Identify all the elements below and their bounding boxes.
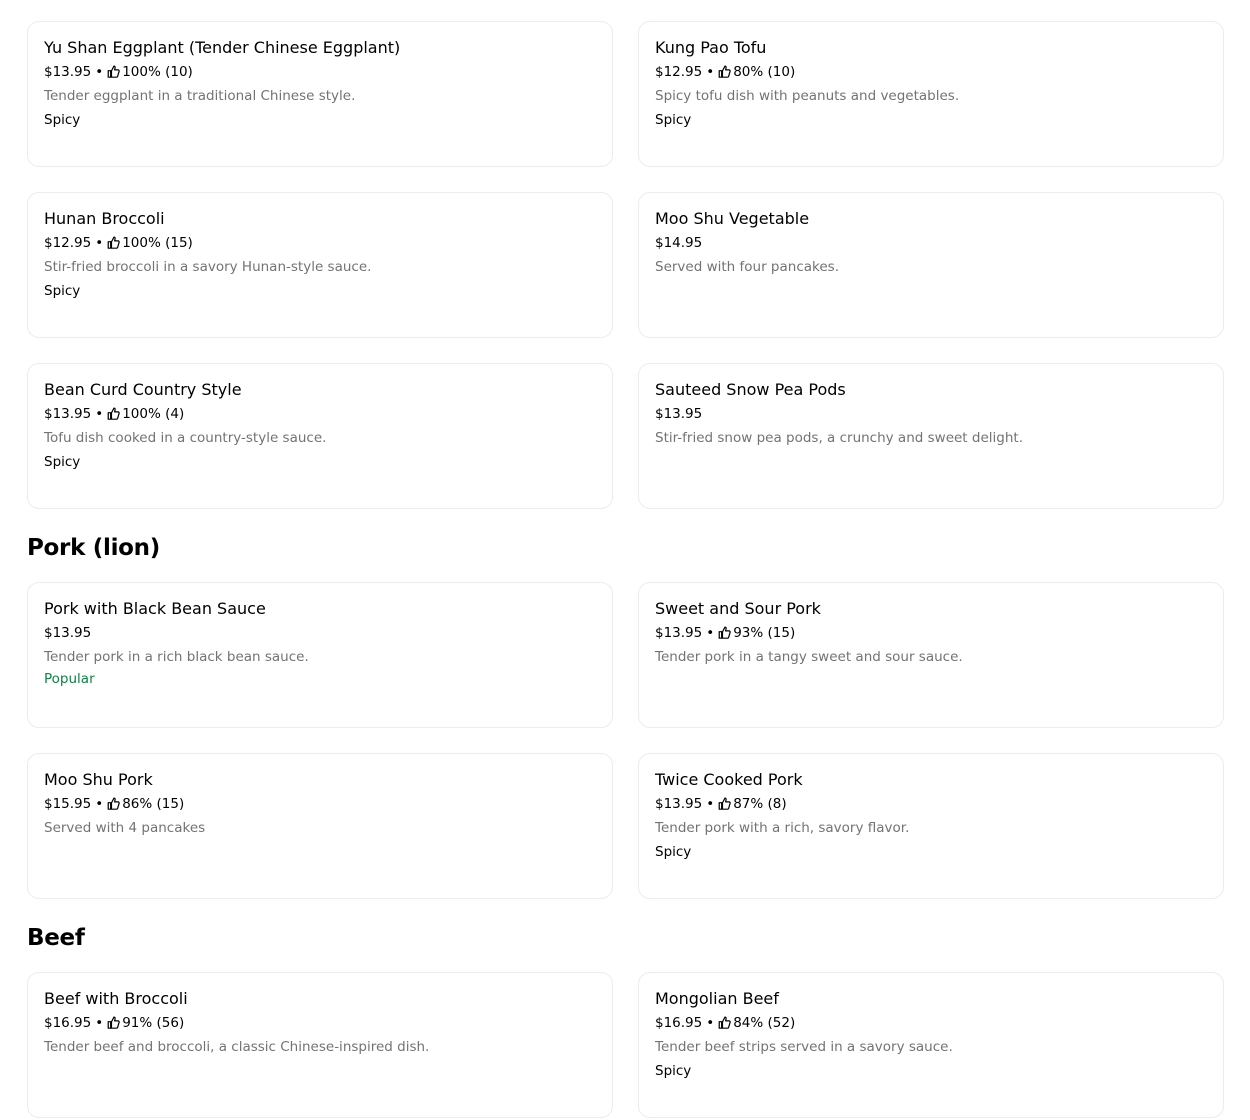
menu-item-card[interactable]: Hunan Broccoli $12.95 • 100% (15) Stir-fried… [27,192,613,338]
item-name: Twice Cooked Pork [655,770,803,789]
item-meta: $13.95 • 100% (10) [44,63,596,81]
menu-item-card[interactable]: Sauteed Snow Pea Pods $13.95 Stir-fried sn… [638,363,1224,509]
item-name: Sauteed Snow Pea Pods [655,380,846,399]
popular-badge: Popular [44,671,95,687]
separator-dot: • [95,235,104,251]
item-rating: 84% (52) [733,1015,796,1031]
spicy-tag: Spicy [655,112,692,128]
item-meta: $13.95 • 100% (4) [44,405,596,423]
separator-dot: • [95,406,104,422]
item-description: Stir-fried broccoli in a savory Hunan-st… [44,259,372,275]
separator-dot: • [95,64,104,80]
spicy-tag: Spicy [44,454,81,470]
item-name: Mongolian Beef [655,989,779,1008]
item-description: Tofu dish cooked in a country-style sauc… [44,430,327,446]
spicy-tag: Spicy [655,1063,692,1079]
item-price: $13.95 [655,406,703,422]
item-name: Beef with Broccoli [44,989,188,1008]
menu-item-card[interactable]: Sweet and Sour Pork $13.95 • 93% (15) Tender… [638,582,1224,728]
item-rating: 87% (8) [733,796,787,812]
menu-item-card[interactable]: Bean Curd Country Style $13.95 • 100% (4) To… [27,363,613,509]
item-rating: 80% (10) [733,64,796,80]
spicy-tag: Spicy [44,283,81,299]
item-meta: $12.95 • 100% (15) [44,234,596,252]
item-price: $15.95 [44,796,92,812]
separator-dot: • [706,625,715,641]
item-rating: 100% (4) [122,406,185,422]
item-name: Yu Shan Eggplant (Tender Chinese Eggplan… [44,38,401,57]
menu-item-card[interactable]: Beef with Broccoli $16.95 • 91% (56) Tender … [27,972,613,1118]
item-name: Hunan Broccoli [44,209,165,228]
thumbs-up-icon [107,65,121,79]
item-meta: $14.95 [655,234,1207,252]
item-price: $13.95 [655,625,703,641]
item-meta: $12.95 • 80% (10) [655,63,1207,81]
item-rating: 91% (56) [122,1015,185,1031]
section-heading: Pork (lion) [27,535,160,561]
item-name: Moo Shu Vegetable [655,209,810,228]
item-price: $16.95 [655,1015,703,1031]
thumbs-up-icon [718,797,732,811]
spicy-tag: Spicy [44,112,81,128]
menu-item-card[interactable]: Moo Shu Pork $15.95 • 86% (15) Served with 4… [27,753,613,899]
thumbs-up-icon [107,407,121,421]
item-meta: $13.95 [44,624,596,642]
item-description: Tender pork in a rich black bean sauce. [44,649,309,665]
item-name: Bean Curd Country Style [44,380,242,399]
item-rating: 100% (10) [122,64,193,80]
menu-item-card[interactable]: Kung Pao Tofu $12.95 • 80% (10) Spicy tofu d… [638,21,1224,167]
item-rating: 93% (15) [733,625,796,641]
item-price: $14.95 [655,235,703,251]
item-description: Tender eggplant in a traditional Chinese… [44,88,356,104]
item-name: Kung Pao Tofu [655,38,767,57]
item-name: Pork with Black Bean Sauce [44,599,266,618]
item-price: $12.95 [655,64,703,80]
item-meta: $13.95 • 93% (15) [655,624,1207,642]
menu-item-card[interactable]: Mongolian Beef $16.95 • 84% (52) Tender beef… [638,972,1224,1118]
item-meta: $15.95 • 86% (15) [44,795,596,813]
thumbs-up-icon [718,626,732,640]
separator-dot: • [95,796,104,812]
menu-item-card[interactable]: Moo Shu Vegetable $14.95 Served with four … [638,192,1224,338]
item-description: Spicy tofu dish with peanuts and vegetab… [655,88,960,104]
item-rating: 86% (15) [122,796,185,812]
item-description: Tender pork in a tangy sweet and sour sa… [655,649,963,665]
thumbs-up-icon [107,797,121,811]
separator-dot: • [706,1015,715,1031]
item-name: Sweet and Sour Pork [655,599,821,618]
menu-item-card[interactable]: Pork with Black Bean Sauce $13.95 Tender p… [27,582,613,728]
item-price: $12.95 [44,235,92,251]
item-price: $13.95 [44,64,92,80]
thumbs-up-icon [718,1016,732,1030]
menu-item-card[interactable]: Twice Cooked Pork $13.95 • 87% (8) Tender po… [638,753,1224,899]
item-meta: $13.95 [655,405,1207,423]
separator-dot: • [706,64,715,80]
menu-item-card[interactable]: Yu Shan Eggplant (Tender Chinese Eggplan… [27,21,613,167]
thumbs-up-icon [718,65,732,79]
thumbs-up-icon [107,1016,121,1030]
separator-dot: • [95,1015,104,1031]
item-meta: $16.95 • 91% (56) [44,1014,596,1032]
section-heading: Beef [27,925,85,951]
item-description: Tender pork with a rich, savory flavor. [655,820,910,836]
item-price: $13.95 [44,625,92,641]
item-description: Stir-fried snow pea pods, a crunchy and … [655,430,1023,446]
item-description: Served with four pancakes. [655,259,839,275]
thumbs-up-icon [107,236,121,250]
item-description: Served with 4 pancakes [44,820,206,836]
item-name: Moo Shu Pork [44,770,153,789]
item-description: Tender beef strips served in a savory sa… [655,1039,953,1055]
item-price: $13.95 [44,406,92,422]
item-rating: 100% (15) [122,235,193,251]
item-price: $16.95 [44,1015,92,1031]
item-meta: $16.95 • 84% (52) [655,1014,1207,1032]
separator-dot: • [706,796,715,812]
item-price: $13.95 [655,796,703,812]
spicy-tag: Spicy [655,844,692,860]
item-meta: $13.95 • 87% (8) [655,795,1207,813]
item-description: Tender beef and broccoli, a classic Chin… [44,1039,430,1055]
